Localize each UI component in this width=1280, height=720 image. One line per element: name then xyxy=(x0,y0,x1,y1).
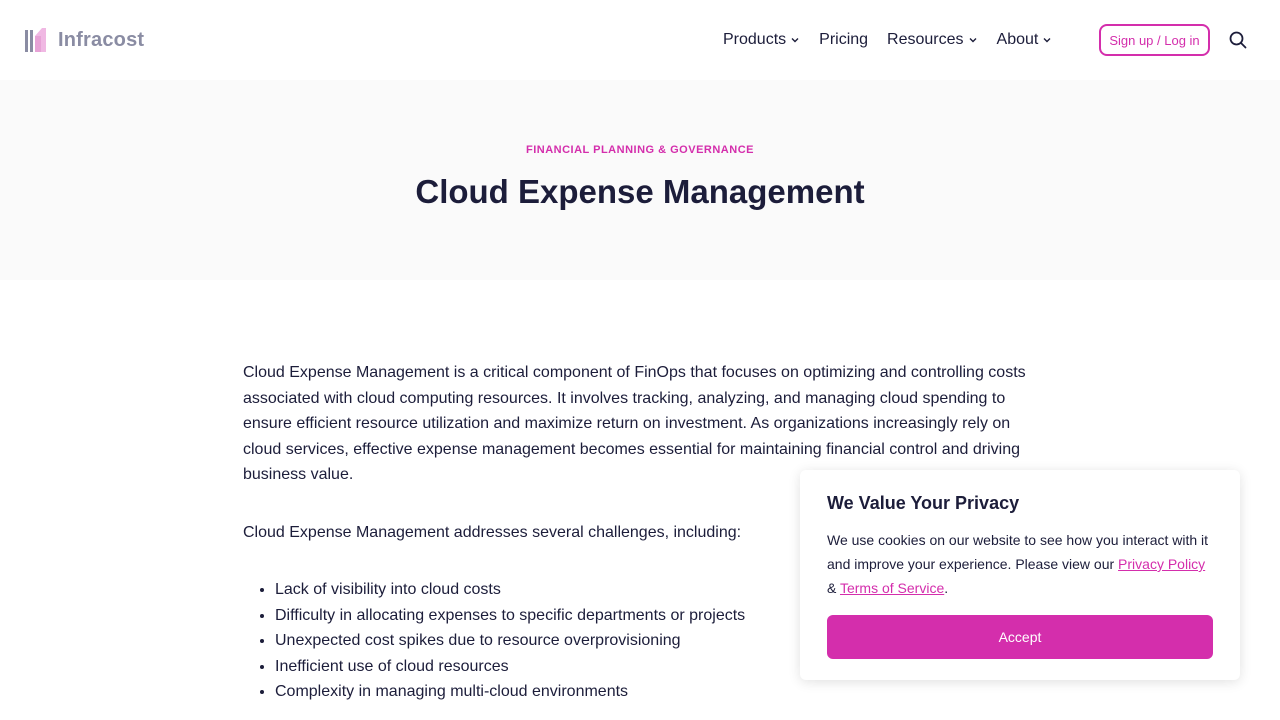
hero-section: FINANCIAL PLANNING & GOVERNANCE Cloud Ex… xyxy=(0,80,1280,280)
signup-login-button[interactable]: Sign up / Log in xyxy=(1099,24,1210,56)
nav-resources[interactable]: Resources xyxy=(887,28,977,52)
search-icon[interactable] xyxy=(1228,30,1248,50)
category-label[interactable]: FINANCIAL PLANNING & GOVERNANCE xyxy=(0,144,1280,156)
nav-products[interactable]: Products xyxy=(723,28,800,52)
intro-paragraph: Cloud Expense Management is a critical c… xyxy=(243,364,1026,483)
cookie-title: We Value Your Privacy xyxy=(827,493,1020,513)
nav-resources-label: Resources xyxy=(887,31,964,48)
logo-text: Infracost xyxy=(58,29,145,51)
site-header: Infracost Products Pricing Resources Abo… xyxy=(0,0,1280,80)
terms-of-service-link[interactable]: Terms of Service xyxy=(840,580,944,596)
logo[interactable]: Infracost xyxy=(24,26,144,54)
page-title: Cloud Expense Management xyxy=(415,173,865,210)
chevron-down-icon xyxy=(791,38,799,43)
nav-products-label: Products xyxy=(723,31,787,48)
main-nav: Products Pricing Resources About xyxy=(723,28,1071,52)
infracost-logo-icon xyxy=(25,28,46,52)
list-item: Complexity in managing multi-cloud envir… xyxy=(275,679,1043,705)
cookie-text: We use cookies on our website to see how… xyxy=(827,528,1213,600)
chevron-down-icon xyxy=(969,38,977,43)
cookie-text-after: . xyxy=(944,580,949,596)
nav-pricing-label: Pricing xyxy=(819,31,869,48)
accept-button[interactable]: Accept xyxy=(827,615,1213,659)
chevron-down-icon xyxy=(1043,38,1051,43)
nav-about-label: About xyxy=(996,31,1039,48)
nav-pricing[interactable]: Pricing xyxy=(819,28,868,52)
privacy-policy-link[interactable]: Privacy Policy xyxy=(1118,556,1205,572)
cookie-consent-banner: We Value Your Privacy We use cookies on … xyxy=(800,470,1240,680)
cookie-text-between: & xyxy=(827,580,840,596)
nav-about[interactable]: About xyxy=(997,28,1053,52)
